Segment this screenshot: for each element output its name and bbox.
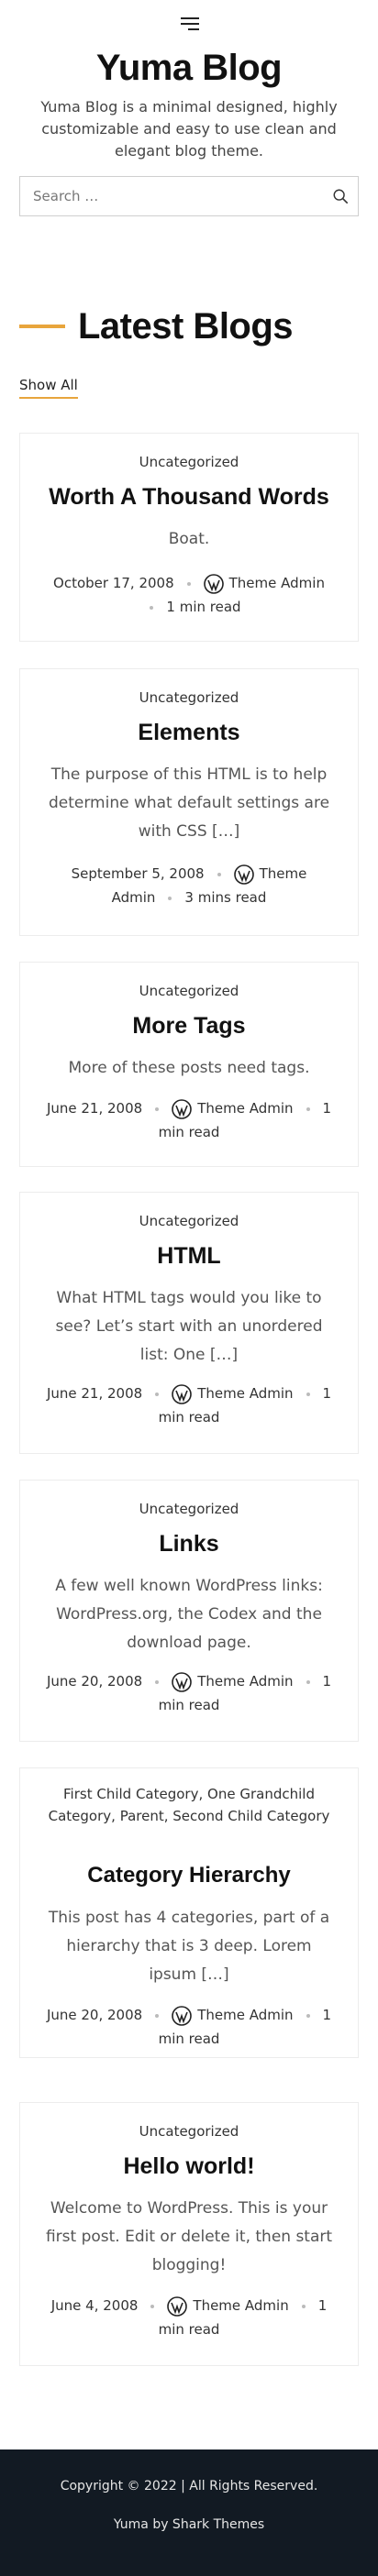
post-excerpt: What HTML tags would you like to see? Le…: [55, 1289, 323, 1364]
post-excerpt: More of these posts need tags.: [68, 1059, 310, 1077]
section-title: Latest Blogs: [78, 305, 294, 347]
post-author[interactable]: Theme Admin: [197, 2007, 293, 2023]
post-date[interactable]: June 4, 2008: [51, 2297, 139, 2314]
post-categories: First Child Category, One Grandchild Cat…: [48, 1786, 330, 1824]
footer-credit-link[interactable]: Yuma by Shark Themes: [0, 2517, 378, 2532]
wordpress-avatar-icon: [172, 2005, 192, 2026]
post-read-time: 3 mins read: [184, 889, 267, 906]
section-accent-bar: [19, 325, 65, 328]
post-card: Uncategorized Elements The purpose of th…: [19, 668, 359, 936]
section-heading: Latest Blogs: [19, 302, 359, 351]
post-card: Uncategorized Hello world! Welcome to Wo…: [19, 2102, 359, 2366]
post-excerpt: This post has 4 categories, part of a hi…: [48, 1909, 330, 1984]
post-excerpt: The purpose of this HTML is to help dete…: [48, 765, 330, 841]
post-read-time: 1 min read: [166, 599, 241, 615]
post-date[interactable]: June 20, 2008: [47, 2007, 142, 2023]
site-footer: Copyright © 2022 | All Rights Reserved. …: [0, 2449, 378, 2576]
post-card: First Child Category, One Grandchild Cat…: [19, 1767, 359, 2058]
post-meta: June 20, 2008 Theme Admin 1 min read: [39, 2003, 339, 2051]
post-date[interactable]: June 21, 2008: [47, 1100, 142, 1117]
post-card: Uncategorized Worth A Thousand Words Boa…: [19, 433, 359, 642]
category-link[interactable]: Second Child Category: [172, 1808, 329, 1824]
post-date[interactable]: September 5, 2008: [72, 865, 205, 882]
post-title[interactable]: Elements: [20, 720, 358, 746]
search-form: [19, 176, 359, 216]
footer-copyright: Copyright © 2022 | All Rights Reserved.: [60, 2479, 318, 2493]
post-author[interactable]: Theme Admin: [197, 1100, 293, 1117]
post-meta: June 4, 2008 Theme Admin 1 min read: [39, 2294, 339, 2341]
post-title[interactable]: More Tags: [20, 1013, 358, 1040]
post-author[interactable]: Theme Admin: [197, 1385, 293, 1402]
post-category[interactable]: Uncategorized: [20, 980, 358, 1002]
post-meta: October 17, 2008 Theme Admin 1 min read: [48, 571, 330, 619]
category-link[interactable]: First Child Category: [63, 1786, 198, 1802]
post-title[interactable]: Worth A Thousand Words: [20, 484, 358, 511]
wordpress-avatar-icon: [172, 1098, 192, 1119]
category-link[interactable]: Parent: [120, 1808, 164, 1824]
post-meta: June 21, 2008 Theme Admin 1 min read: [39, 1382, 339, 1429]
post-author[interactable]: Theme Admin: [193, 2297, 288, 2314]
post-card: Uncategorized HTML What HTML tags would …: [19, 1192, 359, 1454]
post-category[interactable]: Uncategorized: [20, 2120, 358, 2142]
post-category[interactable]: Uncategorized: [20, 687, 358, 709]
post-category[interactable]: Uncategorized: [20, 451, 358, 473]
post-excerpt: Boat.: [168, 530, 210, 548]
site-description: Yuma Blog is a minimal designed, highly …: [40, 98, 338, 160]
post-meta: June 21, 2008 Theme Admin 1 min read: [39, 1096, 339, 1144]
search-icon[interactable]: [332, 188, 349, 204]
post-title[interactable]: HTML: [20, 1243, 358, 1270]
site-header: Yuma Blog Yuma Blog is a minimal designe…: [0, 0, 378, 216]
post-category[interactable]: Uncategorized: [20, 1498, 358, 1520]
post-card: Uncategorized Links A few well known Wor…: [19, 1480, 359, 1742]
post-category[interactable]: Uncategorized: [20, 1210, 358, 1232]
wordpress-avatar-icon: [233, 864, 254, 885]
show-all-link[interactable]: Show All: [19, 377, 78, 399]
hamburger-menu-icon[interactable]: [181, 17, 199, 33]
post-date[interactable]: October 17, 2008: [53, 575, 174, 591]
post-author[interactable]: Theme Admin: [197, 1673, 293, 1690]
post-title[interactable]: Hello world!: [20, 2153, 358, 2180]
post-meta: June 20, 2008 Theme Admin 1 min read: [39, 1669, 339, 1717]
latest-blogs-section: Latest Blogs Show All: [19, 302, 359, 399]
post-excerpt: Welcome to WordPress. This is your first…: [45, 2199, 333, 2274]
post-card: Uncategorized More Tags More of these po…: [19, 962, 359, 1167]
post-meta: September 5, 2008 Theme Admin 3 mins read: [48, 862, 330, 909]
site-title[interactable]: Yuma Blog: [0, 48, 378, 89]
wordpress-avatar-icon: [172, 1671, 192, 1692]
post-title[interactable]: Category Hierarchy: [20, 1863, 358, 1888]
wordpress-avatar-icon: [167, 2295, 188, 2317]
post-excerpt: A few well known WordPress links: WordPr…: [55, 1577, 323, 1652]
post-date[interactable]: June 20, 2008: [47, 1673, 142, 1690]
wordpress-avatar-icon: [203, 573, 224, 594]
search-input[interactable]: [20, 177, 314, 215]
post-author[interactable]: Theme Admin: [229, 575, 325, 591]
wordpress-avatar-icon: [172, 1383, 192, 1404]
post-date[interactable]: June 21, 2008: [47, 1385, 142, 1402]
post-title[interactable]: Links: [20, 1531, 358, 1558]
